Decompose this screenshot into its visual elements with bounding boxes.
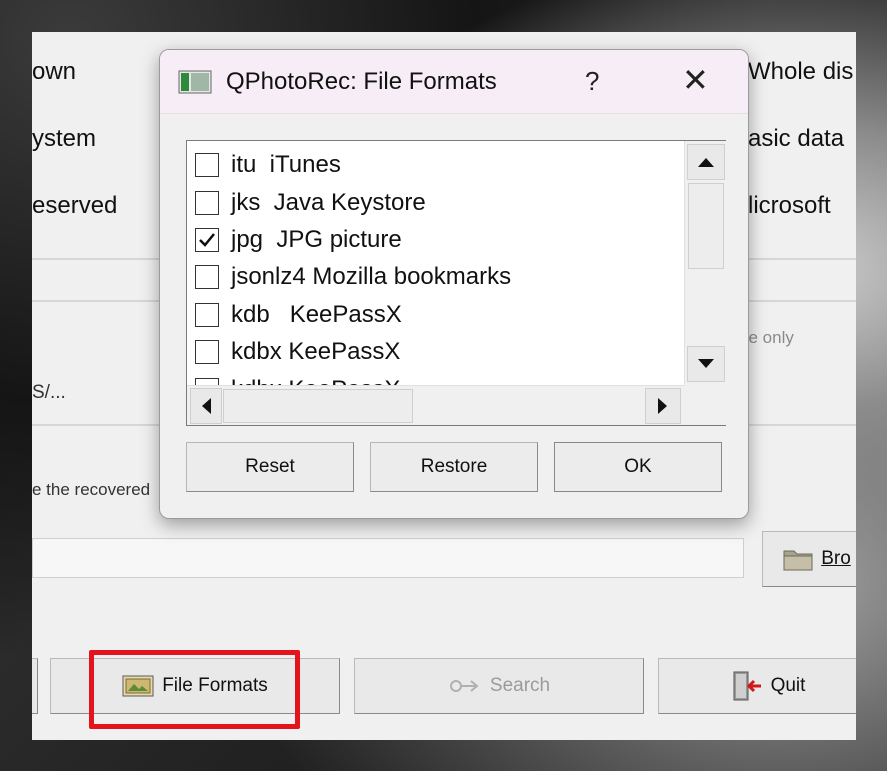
checkbox[interactable] [195,303,219,327]
checkbox[interactable] [195,153,219,177]
horizontal-scroll-thumb[interactable] [223,389,413,423]
close-icon[interactable]: ✕ [682,64,709,96]
partition-type-1[interactable]: Whole dis [748,58,853,86]
vertical-scrollbar[interactable] [684,141,726,385]
list-item[interactable]: jks Java Keystore [195,187,426,219]
list-item-label: jsonlz4 Mozilla bookmarks [231,263,512,290]
list-item[interactable]: jsonlz4 Mozilla bookmarks [195,261,511,293]
checkbox[interactable] [195,378,219,385]
partial-button[interactable] [32,658,38,714]
partition-row-1[interactable]: own [32,58,76,86]
reset-button[interactable]: Reset [186,442,354,492]
arrow-up-icon [698,158,714,167]
file-format-list-viewport: itu iTunes jks Java Keystore jpg JPG pic… [187,141,685,385]
list-item-label: itu iTunes [231,151,341,178]
list-item-label: jks Java Keystore [231,189,426,216]
browse-label: Bro [821,548,851,569]
partition-row-3[interactable]: eserved [32,192,117,220]
restore-button[interactable]: Restore [370,442,538,492]
browse-button[interactable]: Bro [762,531,856,587]
help-button[interactable]: ? [585,66,599,97]
list-item-label: kdbx KeePassX [231,376,400,385]
list-item[interactable]: kdbx KeePassX [195,374,400,385]
file-formats-highlight-box [89,650,300,729]
list-item-label: kdb KeePassX [231,301,402,328]
quit-button[interactable]: Quit [658,658,856,714]
scroll-right-button[interactable] [645,388,681,424]
scrollbar-corner [684,385,726,425]
list-item[interactable]: itu iTunes [195,149,341,181]
arrow-right-icon [658,398,667,414]
checkmark-icon [199,233,215,247]
list-item[interactable]: jpg JPG picture [195,224,402,256]
list-item-label: jpg JPG picture [231,226,402,253]
list-item-label: kdbx KeePassX [231,338,401,365]
destination-label: e the recovered [32,480,151,499]
list-item[interactable]: kdbx KeePassX [195,336,400,368]
scroll-up-button[interactable] [687,144,725,180]
file-formats-dialog: QPhotoRec: File Formats ? ✕ itu iTunes j… [159,49,749,519]
restore-label: Restore [420,456,488,477]
dialog-title-bar[interactable]: QPhotoRec: File Formats ? ✕ [160,50,748,114]
quit-label: Quit [770,675,806,696]
arrow-down-icon [698,359,714,368]
destination-path-input[interactable] [32,538,744,578]
dialog-title: QPhotoRec: File Formats [226,68,497,95]
qphotorec-app-icon [178,70,212,94]
search-button[interactable]: Search [354,658,644,714]
checkbox[interactable] [195,340,219,364]
scroll-left-button[interactable] [190,388,222,424]
folder-icon [783,550,813,571]
filesystem-label: S/... [32,382,66,403]
horizontal-scrollbar[interactable] [187,385,685,425]
partition-type-3[interactable]: licrosoft [748,192,831,220]
arrow-left-icon [202,398,211,414]
partition-row-2[interactable]: ystem [32,125,96,153]
scroll-down-button[interactable] [687,346,725,382]
search-label: Search [489,675,551,696]
ok-button[interactable]: OK [554,442,722,492]
checkbox[interactable] [195,191,219,215]
checkbox[interactable] [195,265,219,289]
reset-label: Reset [245,456,295,477]
search-arrow-icon [449,680,479,692]
quit-door-icon [733,671,761,701]
list-item[interactable]: kdb KeePassX [195,299,402,331]
file-format-list[interactable]: itu iTunes jks Java Keystore jpg JPG pic… [186,140,726,426]
checkbox-checked[interactable] [195,228,219,252]
ok-label: OK [624,456,652,477]
vertical-scroll-thumb[interactable] [688,183,724,269]
partition-type-2[interactable]: asic data [748,125,844,153]
